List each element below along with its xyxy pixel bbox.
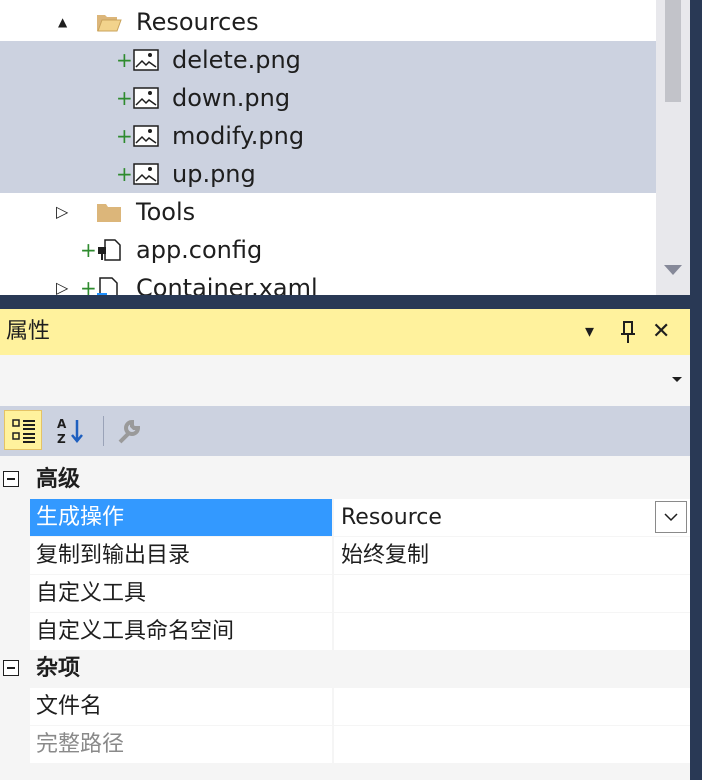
collapse-toggle-icon[interactable]: [3, 471, 19, 487]
object-selector-combo[interactable]: [0, 355, 690, 406]
added-plus-icon: +: [80, 238, 97, 262]
property-name: 生成操作: [30, 499, 332, 536]
tree-item-label: Tools: [136, 198, 196, 226]
close-icon[interactable]: ✕: [652, 309, 670, 355]
scrollbar-thumb[interactable]: [665, 0, 681, 102]
property-value[interactable]: [334, 613, 690, 650]
value-dropdown-button[interactable]: [655, 501, 687, 533]
categorized-icon: [12, 419, 35, 443]
property-value[interactable]: [334, 575, 690, 612]
property-row-file-name[interactable]: 文件名: [30, 688, 690, 726]
property-value[interactable]: [334, 726, 690, 763]
properties-toolbar: A Z: [0, 406, 690, 456]
collapse-toggle-icon[interactable]: [3, 660, 19, 676]
tree-item-up-png[interactable]: + up.png: [0, 155, 656, 193]
tree-item-down-png[interactable]: + down.png: [0, 79, 656, 117]
image-file-icon: [133, 49, 159, 71]
property-name: 文件名: [30, 688, 332, 725]
property-pages-button[interactable]: [110, 410, 148, 450]
xaml-file-icon: [96, 277, 122, 295]
sort-alphabetical-icon: A Z: [57, 417, 83, 446]
tree-item-label: modify.png: [172, 122, 305, 150]
window-frame-edge: [690, 0, 702, 780]
window-menu-dropdown-icon[interactable]: ▾: [585, 309, 594, 355]
tree-item-app-config[interactable]: + app.config: [0, 231, 656, 269]
tree-item-label: delete.png: [172, 46, 301, 74]
chevron-down-icon[interactable]: [672, 377, 682, 382]
category-advanced[interactable]: 高级: [0, 460, 690, 500]
scroll-down-arrow-icon[interactable]: [664, 265, 682, 275]
svg-text:A: A: [57, 417, 67, 431]
image-file-icon: [133, 125, 159, 147]
properties-title-bar: 属性 ▾ ✕: [0, 309, 690, 355]
tree-item-modify-png[interactable]: + modify.png: [0, 117, 656, 155]
expand-arrow-icon[interactable]: ▲: [58, 3, 67, 41]
category-misc[interactable]: 杂项: [0, 649, 690, 689]
wrench-icon: [118, 419, 141, 444]
image-file-icon: [133, 163, 159, 185]
added-plus-icon: +: [116, 124, 133, 148]
property-row-full-path[interactable]: 完整路径: [30, 726, 690, 764]
property-grid: 高级 生成操作 Resource 复制到输出目录 始终复制 自定义工具 自定义工…: [0, 456, 690, 780]
property-row-build-action[interactable]: 生成操作 Resource: [30, 499, 690, 537]
properties-title: 属性: [6, 319, 51, 344]
property-name: 复制到输出目录: [30, 537, 332, 574]
added-plus-icon: +: [116, 162, 133, 186]
added-plus-icon: +: [116, 48, 133, 72]
tree-item-label: down.png: [172, 84, 291, 112]
tree-item-label: up.png: [172, 160, 256, 188]
folder-icon: [96, 201, 122, 223]
image-file-icon: [133, 87, 159, 109]
property-value[interactable]: [334, 688, 690, 725]
folder-open-icon: [96, 11, 122, 33]
property-name: 完整路径: [30, 726, 332, 763]
added-plus-icon: +: [80, 276, 97, 295]
solution-explorer-tree: ▲ Resources + delete.png + down.png + mo…: [0, 0, 656, 295]
collapsed-arrow-icon[interactable]: ▷: [56, 193, 68, 231]
pane-splitter[interactable]: [0, 295, 690, 309]
property-row-copy-to-output[interactable]: 复制到输出目录 始终复制: [30, 537, 690, 575]
tree-item-label: Container.xaml: [136, 274, 318, 295]
tree-item-container-xaml[interactable]: ▷ + Container.xaml: [0, 269, 656, 295]
collapsed-arrow-icon[interactable]: ▷: [56, 269, 68, 295]
config-file-icon: [96, 239, 122, 261]
tree-scrollbar[interactable]: [656, 0, 690, 295]
property-name: 自定义工具: [30, 575, 332, 612]
category-name: 高级: [36, 467, 81, 492]
tree-item-resources[interactable]: ▲ Resources: [0, 3, 656, 41]
property-row-custom-tool[interactable]: 自定义工具: [30, 575, 690, 613]
pin-icon[interactable]: [620, 309, 636, 355]
tree-item-delete-png[interactable]: + delete.png: [0, 41, 656, 79]
property-value[interactable]: Resource: [334, 499, 690, 536]
tree-item-label: app.config: [136, 236, 263, 264]
property-name: 自定义工具命名空间: [30, 613, 332, 650]
chevron-down-icon: [664, 513, 678, 522]
tree-item-label: Resources: [136, 8, 259, 36]
tree-item-tools[interactable]: ▷ Tools: [0, 193, 656, 231]
categorized-button[interactable]: [4, 410, 42, 450]
alphabetical-button[interactable]: A Z: [52, 410, 90, 450]
property-value[interactable]: 始终复制: [334, 537, 690, 574]
property-value-text: Resource: [341, 505, 442, 530]
toolbar-separator: [103, 416, 104, 446]
added-plus-icon: +: [116, 86, 133, 110]
svg-text:Z: Z: [57, 432, 66, 446]
category-name: 杂项: [36, 656, 81, 681]
property-row-custom-tool-namespace[interactable]: 自定义工具命名空间: [30, 613, 690, 651]
